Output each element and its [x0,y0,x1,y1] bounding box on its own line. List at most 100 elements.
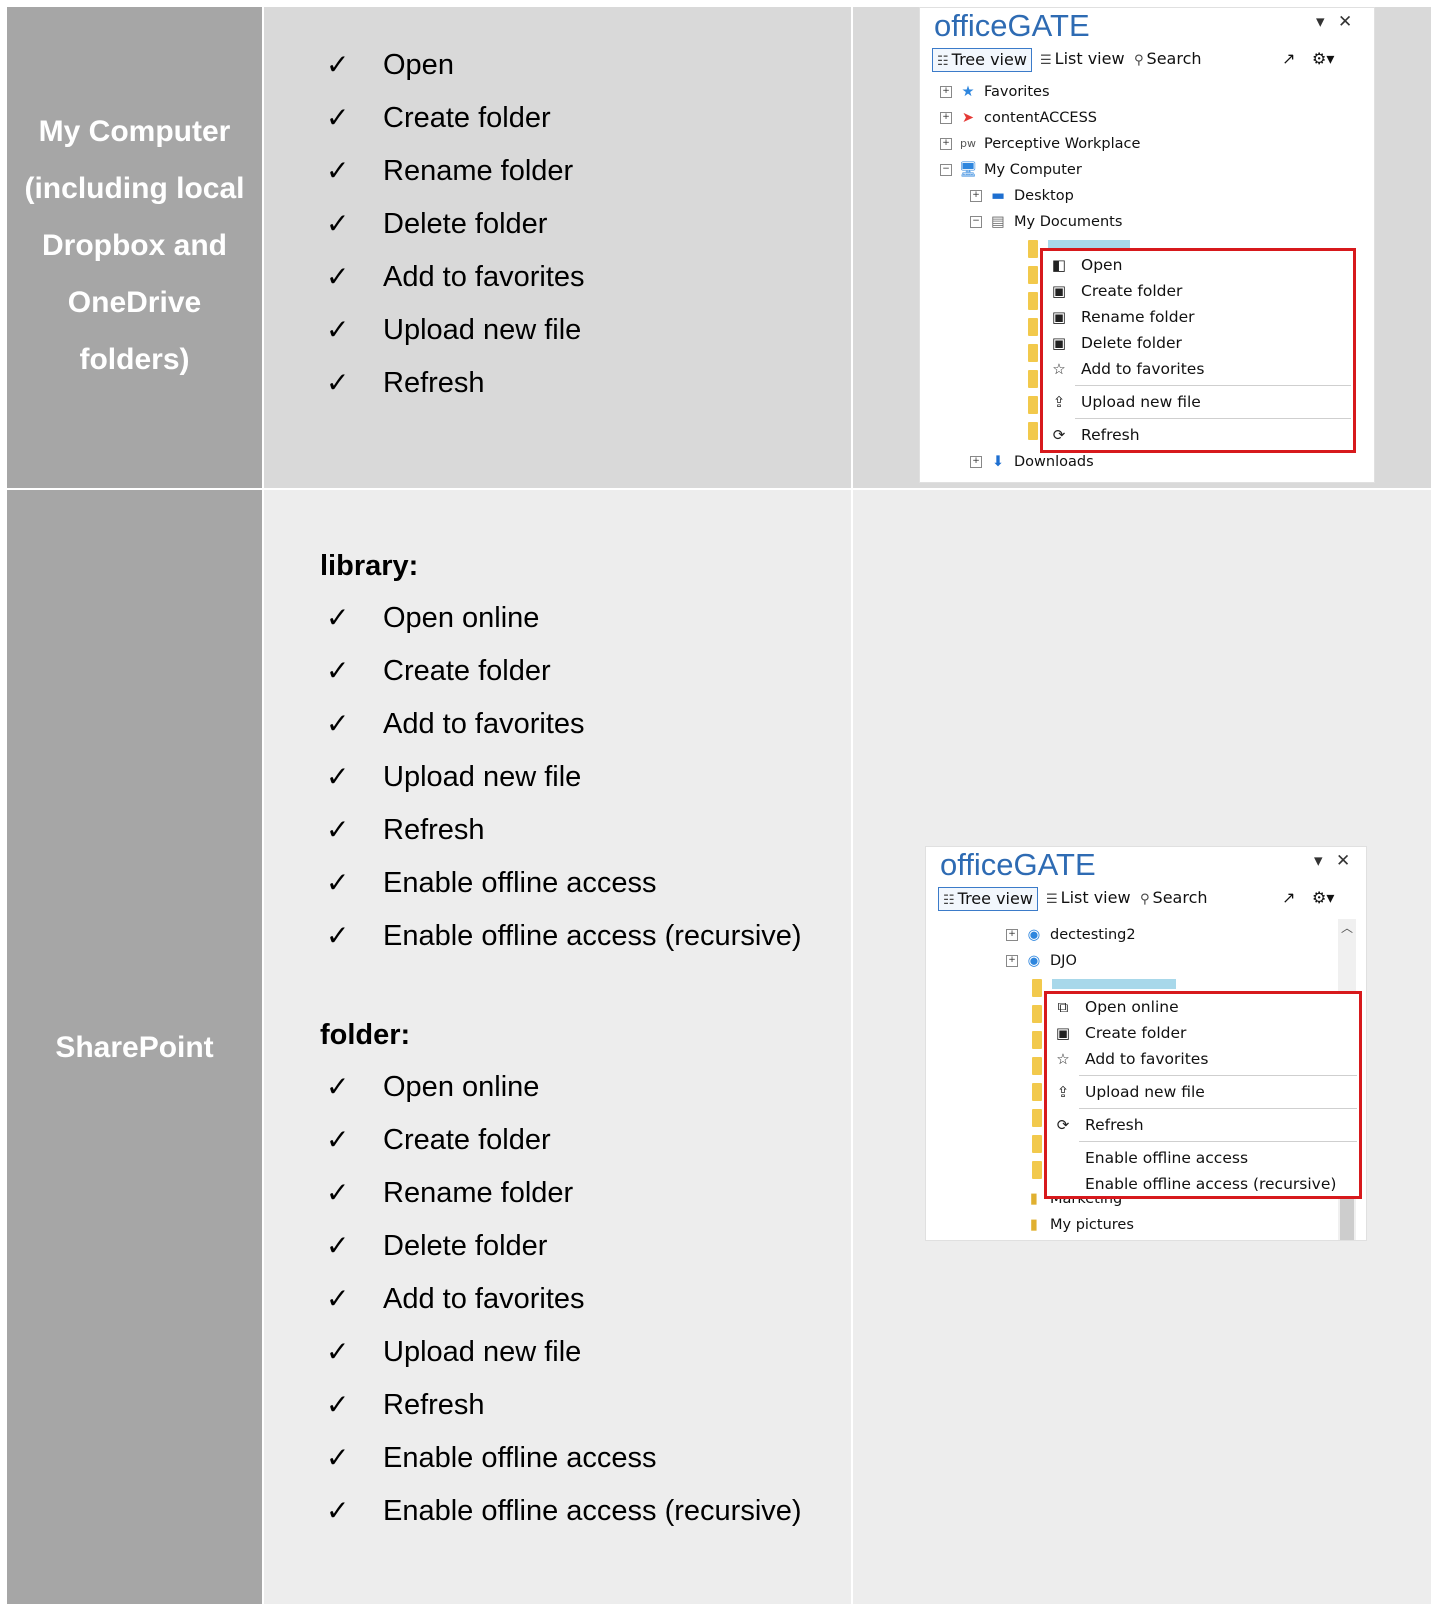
gear-icon[interactable]: ⚙▾ [1308,48,1338,70]
check-icon: ✓ [326,654,350,687]
tab-tree-view[interactable]: ☷ Tree view [932,48,1032,72]
folder-icon [1032,1083,1042,1101]
tree-node-my-computer[interactable]: − 🖥 My Computer [940,158,1082,182]
menu-separator [1079,1141,1357,1142]
menu-item-open-online[interactable]: ⧉ Open online [1047,994,1359,1020]
menu-item-create-folder[interactable]: ▣ Create folder [1047,1020,1359,1046]
dropdown-icon[interactable]: ▾ [1314,851,1323,871]
menu-item-create-folder[interactable]: ▣ Create folder [1043,278,1353,304]
new-folder-icon: ▣ [1051,282,1067,300]
tree-node-dectesting2[interactable]: + ◉ dectesting2 [1006,923,1136,947]
folder-icon [1032,1057,1042,1075]
row-screenshot-my-computer: officeGATE ▾ ✕ ☷ Tree view ☰ List view ⚲ Se… [853,7,1431,488]
menu-item-add-to-favorites[interactable]: ☆ Add to favorites [1043,356,1353,382]
rename-folder-icon: ▣ [1051,308,1067,326]
list-icon: ☰ [1040,53,1052,68]
check-icon: ✓ [326,366,350,399]
action-item: ✓ Add to favorites [320,257,851,310]
folder-icon: ▮ [1030,1217,1038,1233]
gear-icon[interactable]: ⚙▾ [1308,887,1338,909]
tab-search[interactable]: ⚲ Search [1130,48,1206,70]
pin-icon[interactable]: ↗ [1278,887,1299,909]
panel-title: officeGATE [940,847,1096,882]
folder-icon: ▮ [1030,1191,1038,1207]
menu-separator [1075,418,1351,419]
menu-item-enable-offline-access-recursive[interactable]: Enable offline access (recursive) [1047,1171,1359,1197]
menu-item-open[interactable]: ◧ Open [1043,252,1353,278]
check-icon: ✓ [326,1282,350,1315]
folder-action-list: ✓ Open online ✓ Create folder ✓ Rename fold… [320,1067,851,1544]
check-icon: ✓ [326,760,350,793]
heading-line: OneDrive [67,286,202,319]
tree-node-perceptive[interactable]: + pw Perceptive Workplace [940,132,1140,156]
action-item: ✓ Create folder [320,98,851,151]
action-item: ✓ Refresh [320,363,851,416]
context-menu: ◧ Open ▣ Create folder ▣ Rename folder ▣ Del… [1040,248,1356,453]
action-item: ✓ Refresh [320,810,851,863]
site-icon: ◉ [1027,953,1041,969]
tree-node-contentaccess[interactable]: + ➤ contentACCESS [940,106,1097,130]
tab-list-view[interactable]: ☰ List view [1042,887,1135,909]
heading-line: Dropbox and [41,229,227,262]
menu-item-add-to-favorites[interactable]: ☆ Add to favorites [1047,1046,1359,1072]
tab-search[interactable]: ⚲ Search [1136,887,1212,909]
tree-node-desktop[interactable]: + ▬ Desktop [970,184,1074,208]
site-icon: ◉ [1027,927,1041,943]
close-icon[interactable]: ✕ [1336,851,1350,871]
check-icon: ✓ [326,1070,350,1103]
upload-icon: ⇪ [1052,393,1066,411]
folder-icon [1028,344,1038,362]
check-icon: ✓ [326,101,350,134]
action-item: ✓ Enable offline access [320,863,851,916]
menu-item-upload-new-file[interactable]: ⇪ Upload new file [1047,1079,1359,1105]
tree-icon: ☷ [943,893,955,908]
tree-node-my-documents[interactable]: − ▤ My Documents [970,210,1122,234]
menu-item-enable-offline-access[interactable]: Enable offline access [1047,1145,1359,1171]
tree-node-djo[interactable]: + ◉ DJO [1006,949,1077,973]
scroll-up-icon[interactable]: ︿ [1338,919,1356,936]
dropdown-icon[interactable]: ▾ [1316,12,1325,32]
check-icon: ✓ [326,1335,350,1368]
check-icon: ✓ [326,207,350,240]
star-outline-icon: ☆ [1056,1050,1070,1068]
action-item: ✓ Add to favorites [320,704,851,757]
delete-folder-icon: ▣ [1051,334,1067,352]
search-icon: ⚲ [1140,892,1150,907]
menu-item-refresh[interactable]: ⟳ Refresh [1043,422,1353,448]
menu-item-rename-folder[interactable]: ▣ Rename folder [1043,304,1353,330]
folder-icon [1028,318,1038,336]
check-icon: ✓ [326,919,350,952]
menu-separator [1079,1075,1357,1076]
check-icon: ✓ [326,866,350,899]
action-item: ✓ Create folder [320,651,851,704]
check-icon: ✓ [326,313,350,346]
folder-icon [1028,292,1038,310]
check-icon: ✓ [326,1441,350,1474]
tab-tree-view[interactable]: ☷ Tree view [938,887,1038,911]
menu-item-delete-folder[interactable]: ▣ Delete folder [1043,330,1353,356]
action-item: ✓ Delete folder [320,1226,851,1279]
perceptive-icon: pw [960,137,976,150]
close-icon[interactable]: ✕ [1338,12,1352,32]
star-icon: ★ [961,84,975,100]
tree-node-my-pictures[interactable]: ▮ My pictures [1024,1213,1134,1237]
tree-node-downloads[interactable]: + ⬇ Downloads [970,450,1094,474]
selected-node-highlight [1052,979,1176,989]
tab-list-view[interactable]: ☰ List view [1036,48,1129,70]
pin-icon[interactable]: ↗ [1278,48,1299,70]
context-menu: ⧉ Open online ▣ Create folder ☆ Add to favo… [1044,991,1362,1199]
upload-icon: ⇪ [1056,1083,1070,1101]
action-item: ✓ Upload new file [320,1332,851,1385]
folder-icon [1032,1161,1042,1179]
action-item: ✓ Upload new file [320,310,851,363]
check-icon: ✓ [326,1123,350,1156]
menu-item-upload-new-file[interactable]: ⇪ Upload new file [1043,389,1353,415]
action-item: ✓ Refresh [320,1385,851,1438]
refresh-icon: ⟳ [1052,426,1066,444]
menu-separator [1075,385,1351,386]
tree-node-favorites[interactable]: + ★ Favorites [940,80,1050,104]
heading-line: folders) [79,343,190,376]
menu-item-refresh[interactable]: ⟳ Refresh [1047,1112,1359,1138]
action-item: ✓ Open online [320,598,851,651]
heading-text: SharePoint [55,1030,214,1064]
